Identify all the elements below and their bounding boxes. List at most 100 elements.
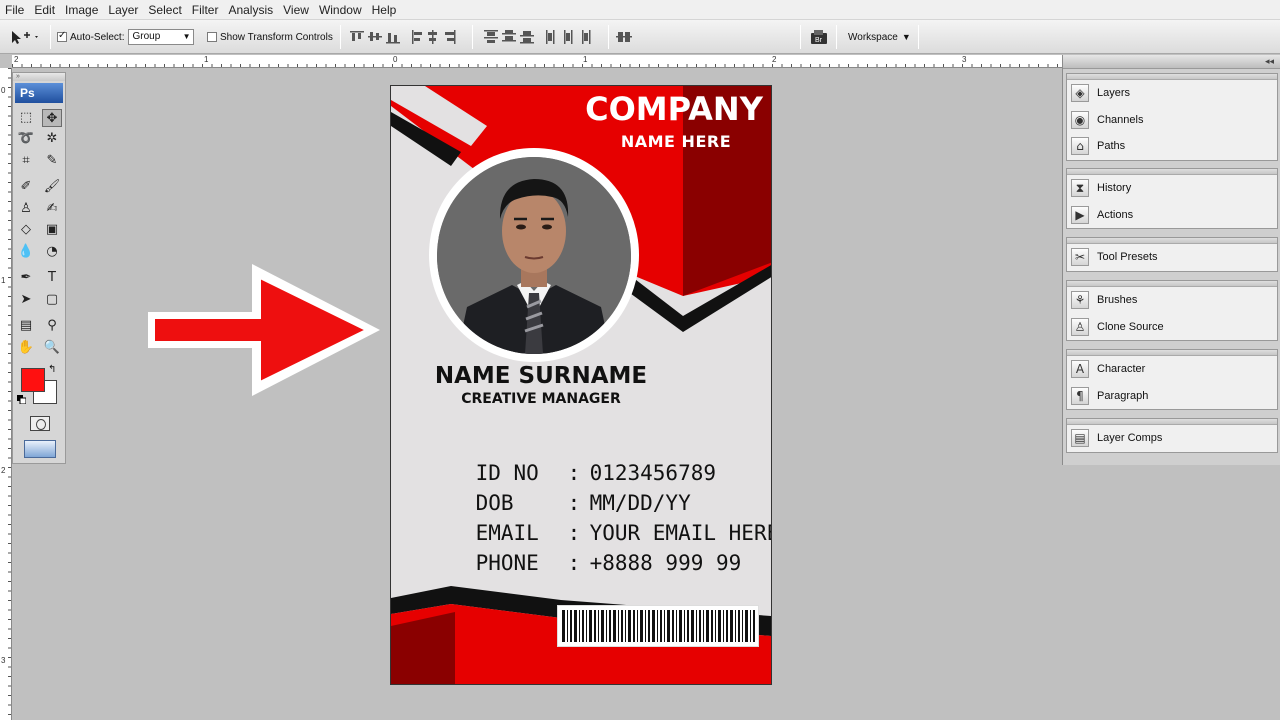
- distribute-icons[interactable]: [484, 29, 596, 45]
- paragraph-icon: ¶: [1071, 386, 1089, 405]
- phone-field: PHONE: +8888 999 99: [425, 527, 742, 599]
- default-colors-icon[interactable]: [17, 395, 26, 404]
- company-title: COMPANY: [585, 90, 763, 128]
- auto-select-value: Group: [132, 31, 161, 42]
- foreground-color-swatch[interactable]: [21, 368, 45, 392]
- tool-preset-picker[interactable]: [8, 28, 40, 46]
- menu-help[interactable]: Help: [367, 3, 402, 17]
- history-brush-tool-icon[interactable]: ✍: [42, 200, 62, 218]
- brush-tool-icon[interactable]: 🖌: [42, 178, 62, 196]
- panel-item-label: Channels: [1097, 113, 1144, 126]
- ruler-label: 1: [1, 276, 6, 285]
- menu-file[interactable]: File: [0, 3, 29, 17]
- eraser-tool-icon[interactable]: ◇: [16, 221, 36, 239]
- workspace-dropdown-icon: ▼: [901, 32, 911, 42]
- panel-group-character: A Character ¶ Paragraph: [1066, 349, 1278, 410]
- menu-window[interactable]: Window: [314, 3, 367, 17]
- marquee-tool-icon[interactable]: ⬚: [16, 109, 36, 127]
- person-portrait-icon: [437, 157, 631, 354]
- panel-item-tool-presets[interactable]: ✂ Tool Presets: [1067, 244, 1277, 271]
- quick-mask-icon[interactable]: [30, 416, 50, 431]
- field-key: PHONE: [475, 551, 539, 575]
- panel-item-label: Brushes: [1097, 294, 1138, 307]
- ruler-label: 1: [204, 55, 209, 64]
- auto-select-dropdown[interactable]: Group: [128, 29, 195, 45]
- vertical-ruler: 0 1 2 3: [0, 68, 12, 720]
- ruler-label: 2: [1, 466, 6, 475]
- menu-image[interactable]: Image: [60, 3, 103, 17]
- company-subtitle: NAME HERE: [620, 132, 732, 151]
- panel-item-actions[interactable]: ▶ Actions: [1067, 202, 1277, 229]
- ruler-label: 0: [1, 86, 6, 95]
- panel-item-label: Paths: [1097, 140, 1126, 153]
- history-icon: ⧗: [1071, 179, 1089, 198]
- panel-item-history[interactable]: ⧗ History: [1067, 175, 1277, 202]
- panel-group-layers: ◈ Layers ◉ Channels ⌂ Paths: [1066, 73, 1278, 161]
- crop-tool-icon[interactable]: ⌗: [16, 152, 36, 170]
- zoom-tool-icon[interactable]: 🔍: [42, 339, 62, 357]
- notes-tool-icon[interactable]: ▤: [16, 317, 36, 335]
- panel-item-character[interactable]: A Character: [1067, 356, 1277, 383]
- panel-group-tool-presets: ✂ Tool Presets: [1066, 237, 1278, 272]
- blur-tool-icon[interactable]: 💧: [16, 243, 36, 261]
- field-value: +8888 999 99: [589, 551, 742, 575]
- menu-filter[interactable]: Filter: [187, 3, 224, 17]
- panel-item-label: Layer Comps: [1097, 432, 1163, 445]
- portrait-photo: [437, 157, 631, 354]
- panel-group-layer-comps: ▤ Layer Comps: [1066, 418, 1278, 453]
- dodge-tool-icon[interactable]: ◔: [42, 243, 62, 261]
- panel-dock-header[interactable]: ◂◂: [1063, 55, 1280, 69]
- panel-item-paths[interactable]: ⌂ Paths: [1067, 133, 1277, 160]
- menu-analysis[interactable]: Analysis: [223, 3, 278, 17]
- gradient-tool-icon[interactable]: ▣: [42, 221, 62, 239]
- workspace-button[interactable]: Workspace ▼: [848, 28, 911, 46]
- photoshop-logo: Ps: [15, 83, 63, 103]
- screen-mode-icon[interactable]: [24, 440, 56, 458]
- bridge-icon[interactable]: Br: [808, 28, 830, 46]
- collapse-panels-icon[interactable]: ◂◂: [1265, 56, 1274, 67]
- auto-select-label: Auto-Select:: [70, 31, 125, 43]
- pen-tool-icon[interactable]: ✒: [16, 269, 36, 287]
- transform-controls-checkbox[interactable]: [207, 32, 217, 42]
- menu-layer[interactable]: Layer: [103, 3, 143, 17]
- healing-brush-tool-icon[interactable]: ✐: [16, 178, 36, 196]
- menu-select[interactable]: Select: [143, 3, 186, 17]
- auto-select-checkbox[interactable]: [57, 30, 67, 42]
- tools-panel-grip[interactable]: »: [13, 73, 65, 81]
- panel-item-channels[interactable]: ◉ Channels: [1067, 107, 1277, 134]
- transform-controls-label: Show Transform Controls: [220, 31, 333, 43]
- distribute-buttons: [484, 28, 596, 46]
- move-tool-icon: [12, 31, 38, 44]
- menu-view[interactable]: View: [278, 3, 314, 17]
- lasso-tool-icon[interactable]: ➰: [16, 130, 36, 148]
- align-buttons: [350, 28, 460, 46]
- menu-edit[interactable]: Edit: [29, 3, 60, 17]
- panel-item-brushes[interactable]: ⚘ Brushes: [1067, 287, 1277, 314]
- id-card-canvas: COMPANY NAME HERE NAME SURNAME CREATIVE …: [390, 85, 772, 685]
- horizontal-ruler: 2 1 0 1 2 3 4: [12, 55, 1156, 68]
- slice-tool-icon[interactable]: ✎: [42, 152, 62, 170]
- panel-item-paragraph[interactable]: ¶ Paragraph: [1067, 383, 1277, 410]
- clone-stamp-tool-icon[interactable]: ♙: [16, 200, 36, 218]
- clone-source-icon: ♙: [1071, 317, 1089, 336]
- magic-wand-tool-icon[interactable]: ✲: [42, 130, 62, 148]
- type-tool-icon[interactable]: T: [42, 269, 62, 287]
- shape-tool-icon[interactable]: ▢: [42, 291, 62, 309]
- barcode: [557, 605, 759, 647]
- align-icons[interactable]: [350, 29, 460, 45]
- swap-colors-icon[interactable]: ↰: [48, 364, 56, 375]
- eyedropper-tool-icon[interactable]: ⚲: [42, 317, 62, 335]
- move-tool-icon[interactable]: ✥: [42, 108, 62, 127]
- panel-item-layer-comps[interactable]: ▤ Layer Comps: [1067, 425, 1277, 452]
- options-bar: Auto-Select: Group Show Transform Contro…: [0, 20, 1280, 54]
- panel-item-label: Actions: [1097, 208, 1134, 221]
- brushes-icon: ⚘: [1071, 291, 1089, 310]
- panel-item-clone-source[interactable]: ♙ Clone Source: [1067, 314, 1277, 341]
- auto-align-icon[interactable]: [616, 29, 634, 45]
- panel-item-layers[interactable]: ◈ Layers: [1067, 80, 1277, 107]
- hand-tool-icon[interactable]: ✋: [16, 339, 36, 357]
- ruler-label: 2: [14, 55, 19, 64]
- panel-item-label: Character: [1097, 363, 1146, 376]
- actions-icon: ▶: [1071, 205, 1089, 224]
- path-selection-tool-icon[interactable]: ➤: [16, 291, 36, 309]
